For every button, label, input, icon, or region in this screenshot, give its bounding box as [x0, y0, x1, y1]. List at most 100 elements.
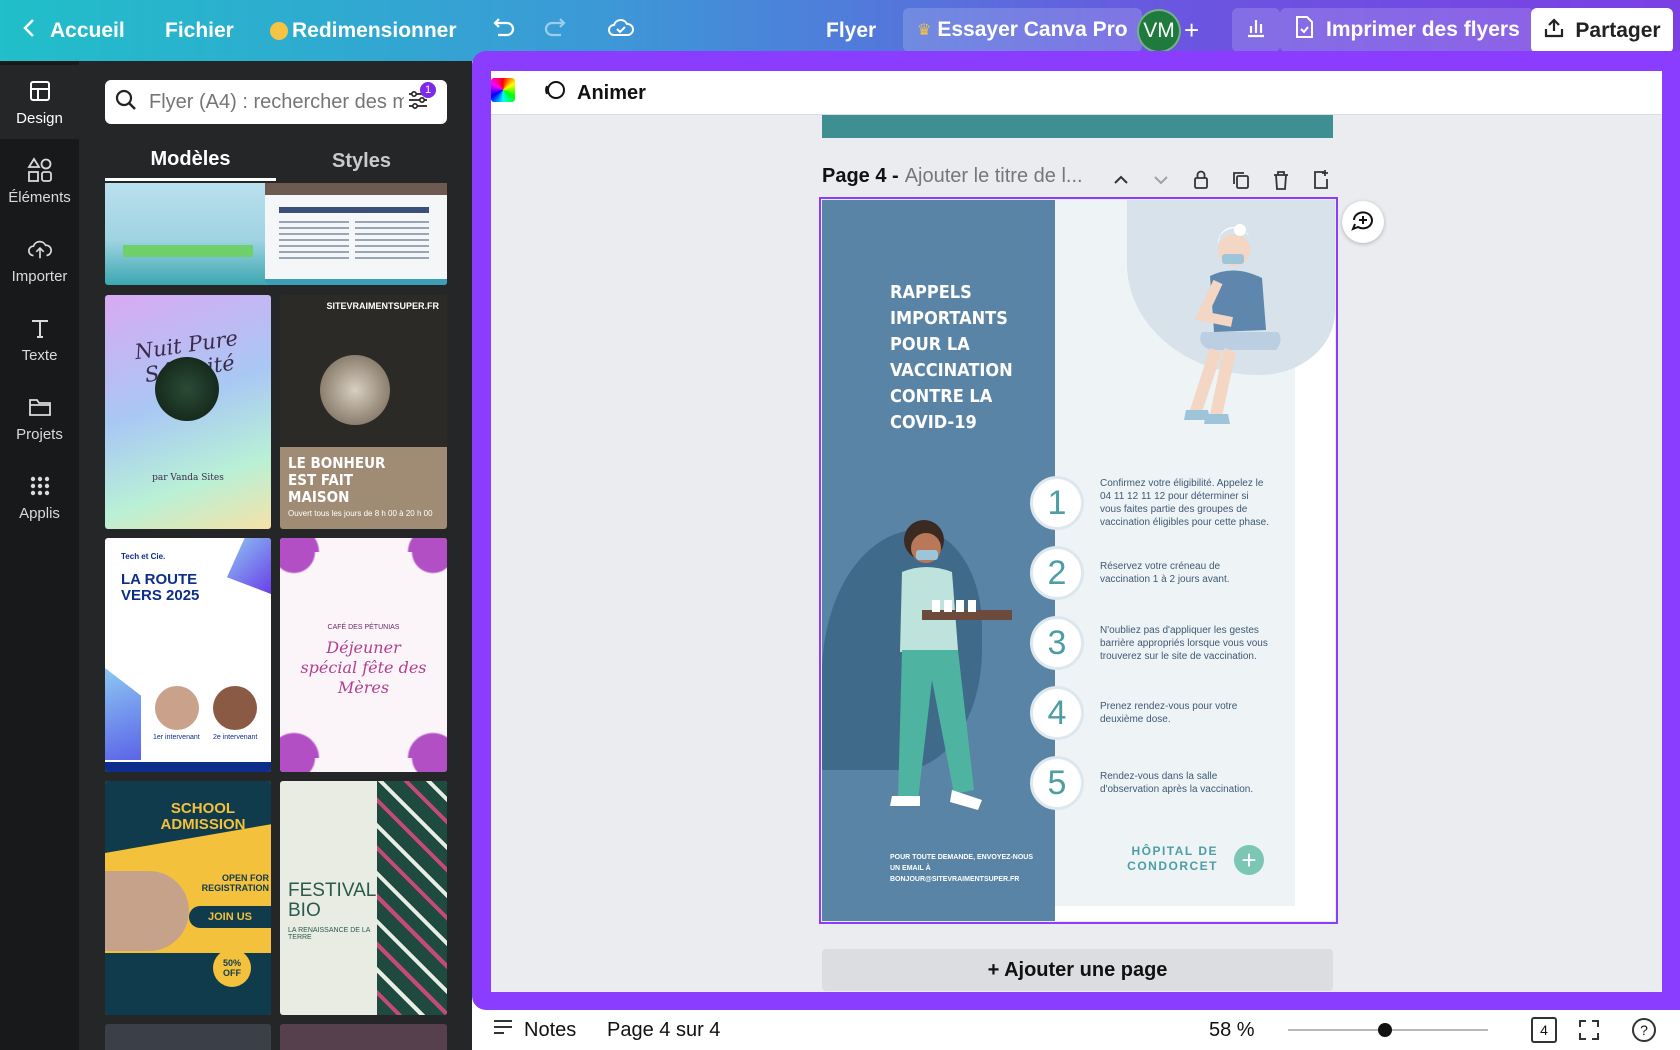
try-pro-button[interactable]: ♛ Essayer Canva Pro: [903, 8, 1142, 52]
crown-icon: [270, 21, 288, 40]
template-title: FESTIVAL BIO: [288, 880, 376, 921]
template-thumbnail[interactable]: SITEVRAIMENTSUPER.FR LE BONHEUR EST FAIT…: [280, 295, 447, 529]
insights-button[interactable]: [1232, 8, 1280, 52]
template-thumbnail[interactable]: [105, 1024, 271, 1050]
template-thumbnail[interactable]: CAFÉ DES PÉTUNIAS Déjeuner spécial fête …: [280, 538, 447, 772]
page-indicator[interactable]: Page 4 sur 4: [607, 1010, 720, 1050]
cloud-check-icon: [607, 17, 635, 45]
duplicate-icon[interactable]: [1228, 168, 1254, 197]
template-thumbnail[interactable]: SCHOOL ADMISSION OPEN FOR REGISTRATION J…: [105, 781, 271, 1015]
add-comment-button[interactable]: [1342, 201, 1384, 243]
text-icon: [27, 315, 53, 341]
animate-label: Animer: [577, 81, 646, 104]
filter-button[interactable]: 1: [404, 82, 436, 116]
template-brand: SITEVRAIMENTSUPER.FR: [326, 301, 439, 311]
thumb-text: [279, 221, 349, 261]
fullscreen-icon[interactable]: [1577, 1018, 1601, 1048]
cloud-upload-icon: [27, 236, 53, 262]
search-input[interactable]: [149, 90, 404, 114]
tab-templates[interactable]: Modèles: [105, 141, 276, 181]
resize-button[interactable]: Redimensionner: [270, 0, 457, 61]
color-picker-icon[interactable]: [491, 78, 515, 102]
page-grid-button[interactable]: 4: [1531, 1017, 1557, 1043]
template-subtitle: OPEN FOR REGISTRATION: [201, 873, 269, 893]
print-label: Imprimer des flyers: [1326, 18, 1520, 41]
thumb-line: [279, 207, 429, 213]
avatar[interactable]: VM: [1137, 9, 1181, 53]
animate-icon: [543, 78, 567, 108]
page-label: Page 4 -: [822, 165, 899, 187]
template-subtitle: Tech et Cie.: [121, 552, 166, 561]
thumb-bar: [265, 279, 447, 285]
thumb-photo: [155, 357, 219, 421]
search-box: 1: [105, 80, 447, 124]
try-pro-label: Essayer Canva Pro: [937, 18, 1128, 41]
template-thumbnail[interactable]: [265, 183, 447, 285]
templates-panel: 1 Modèles Styles Nuit Pure Sérénité par …: [79, 61, 472, 1050]
tab-styles[interactable]: Styles: [276, 141, 447, 181]
page-selection-outline: [819, 197, 1338, 924]
crown-icon: ♛: [917, 22, 932, 39]
page-actions: [1108, 168, 1334, 197]
template-thumbnail[interactable]: FESTIVAL BIO LA RENAISSANCE DE LA TERRE: [280, 781, 447, 1015]
speaker-photo: [213, 686, 257, 730]
shapes-icon: [26, 156, 53, 183]
left-rail: Design Éléments Importer Texte Projets A…: [0, 61, 79, 1050]
rail-item-elements[interactable]: Éléments: [0, 144, 79, 218]
editor-subbar: Animer: [491, 71, 1662, 115]
template-subtitle: LA RENAISSANCE DE LA TERRE: [288, 927, 371, 941]
home-label: Accueil: [50, 18, 125, 42]
chevron-up-icon[interactable]: [1108, 168, 1134, 197]
template-thumbnail[interactable]: [105, 183, 271, 285]
template-subtitle: Ouvert tous les jours de 8 h 00 à 20 h 0…: [288, 509, 433, 518]
template-discount: 50% OFF: [213, 949, 251, 987]
template-cta: JOIN US: [189, 906, 271, 928]
lock-icon[interactable]: [1188, 168, 1214, 197]
doc-type-text: Flyer: [826, 18, 877, 42]
rail-item-import[interactable]: Importer: [0, 223, 79, 297]
add-page-button[interactable]: + Ajouter une page: [822, 949, 1333, 991]
chevron-left-icon: [22, 17, 36, 45]
print-flyers-button[interactable]: Imprimer des flyers: [1280, 8, 1534, 52]
rail-item-apps[interactable]: Applis: [0, 460, 79, 534]
thumb-hexagon: [227, 538, 271, 594]
speaker-photo: [155, 686, 199, 730]
rail-label: Texte: [21, 346, 58, 364]
thumb-photo: [265, 183, 447, 195]
template-thumbnail[interactable]: Tech et Cie. LA ROUTE VERS 2025 1er inte…: [105, 538, 271, 772]
speaker-label: 2e intervenant: [213, 734, 258, 741]
previous-page-preview[interactable]: [822, 115, 1333, 138]
zoom-slider-handle[interactable]: [1378, 1023, 1392, 1037]
bar-chart-icon: [1245, 16, 1267, 44]
share-icon: [1543, 17, 1565, 45]
template-title: LE BONHEUR EST FAIT MAISON: [288, 454, 386, 506]
grid-icon: [27, 473, 53, 499]
templates-grid: Nuit Pure Sérénité par Vanda Sites SITEV…: [105, 183, 457, 1050]
filter-count-badge: 1: [420, 82, 436, 98]
notes-button[interactable]: Notes: [492, 1010, 576, 1050]
zoom-value[interactable]: 58 %: [1209, 1010, 1255, 1050]
comment-plus-icon: [1350, 208, 1376, 237]
file-menu[interactable]: Fichier: [165, 0, 234, 61]
search-icon: [115, 89, 137, 116]
add-page-icon[interactable]: [1308, 168, 1334, 197]
page-title-input[interactable]: Ajouter le titre de l...: [905, 165, 1083, 188]
template-thumbnail[interactable]: [280, 1024, 447, 1050]
rail-item-projects[interactable]: Projets: [0, 381, 79, 455]
rail-label: Applis: [19, 504, 60, 522]
help-button[interactable]: ?: [1632, 1018, 1656, 1042]
thumb-pattern: [377, 781, 447, 1015]
share-button[interactable]: Partager: [1531, 8, 1673, 53]
rail-item-design[interactable]: Design: [0, 65, 79, 139]
home-link[interactable]: Accueil: [22, 0, 125, 61]
bottom-bar: Notes Page 4 sur 4 58 % 4 ?: [472, 1010, 1680, 1050]
template-thumbnail[interactable]: Nuit Pure Sérénité par Vanda Sites: [105, 295, 271, 529]
chevron-down-icon[interactable]: [1148, 168, 1174, 197]
rail-label: Projets: [16, 425, 63, 443]
template-title: LA ROUTE VERS 2025: [121, 571, 200, 604]
animate-button[interactable]: Animer: [543, 71, 646, 115]
undo-icon: [490, 17, 516, 45]
rail-item-text[interactable]: Texte: [0, 302, 79, 376]
trash-icon[interactable]: [1268, 168, 1294, 197]
template-title: Déjeuner spécial fête des Mères: [300, 638, 427, 697]
